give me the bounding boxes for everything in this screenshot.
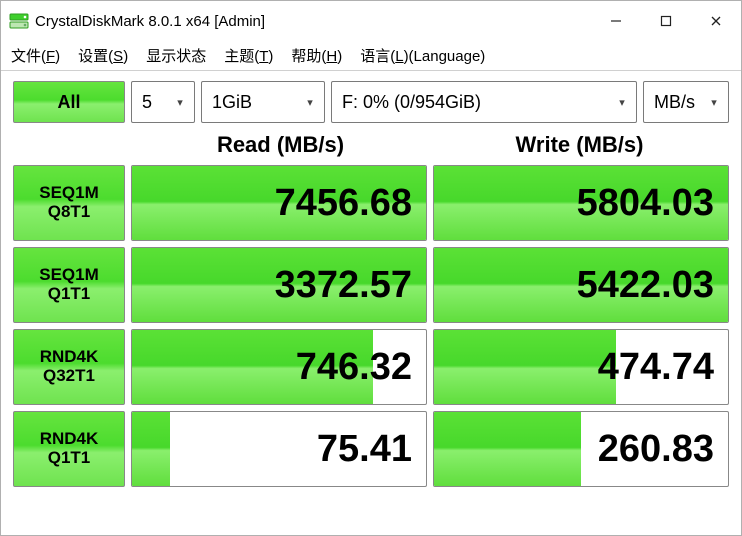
unit-value: MB/s	[654, 92, 702, 113]
write-value-cell: 5422.03	[433, 247, 729, 323]
read-value-cell: 7456.68	[131, 165, 427, 241]
run-all-button[interactable]: All	[13, 81, 125, 123]
close-button[interactable]	[691, 3, 741, 39]
test-row: RND4K Q1T1 75.41 260.83	[13, 411, 729, 487]
window-title: CrystalDiskMark 8.0.1 x64 [Admin]	[35, 13, 265, 30]
menu-language[interactable]: 语言(L)(Language)	[358, 41, 487, 70]
chevron-down-icon: ▾	[174, 96, 186, 108]
settings-row: All 5 ▾ 1GiB ▾ F: 0% (0/954GiB) ▾ MB/s ▾	[13, 81, 729, 123]
chevron-down-icon: ▾	[708, 96, 720, 108]
menu-bar: 文件(F) 设置(S) 显示状态 主题(T) 帮助(H) 语言(L)(Langu…	[1, 41, 741, 71]
test-rnd4k-q1t1-button[interactable]: RND4K Q1T1	[13, 411, 125, 487]
menu-theme[interactable]: 主题(T)	[222, 41, 275, 70]
test-row: RND4K Q32T1 746.32 474.74	[13, 329, 729, 405]
write-header: Write (MB/s)	[430, 125, 729, 165]
menu-file[interactable]: 文件(F)	[9, 41, 62, 70]
read-header: Read (MB/s)	[131, 125, 430, 165]
write-value-cell: 260.83	[433, 411, 729, 487]
test-size-value: 1GiB	[212, 92, 298, 113]
test-row: SEQ1M Q1T1 3372.57 5422.03	[13, 247, 729, 323]
test-rnd4k-q32t1-button[interactable]: RND4K Q32T1	[13, 329, 125, 405]
read-value-cell: 746.32	[131, 329, 427, 405]
menu-settings[interactable]: 设置(S)	[76, 41, 130, 70]
title-bar: CrystalDiskMark 8.0.1 x64 [Admin]	[1, 1, 741, 41]
test-count-value: 5	[142, 92, 168, 113]
results-grid: SEQ1M Q8T1 7456.68 5804.03 SEQ1M Q1T1 33…	[13, 165, 729, 523]
menu-view-state[interactable]: 显示状态	[144, 41, 208, 70]
app-window: CrystalDiskMark 8.0.1 x64 [Admin] 文件(F) …	[0, 0, 742, 536]
chevron-down-icon: ▾	[304, 96, 316, 108]
test-count-select[interactable]: 5 ▾	[131, 81, 195, 123]
read-value-cell: 75.41	[131, 411, 427, 487]
client-area: All 5 ▾ 1GiB ▾ F: 0% (0/954GiB) ▾ MB/s ▾…	[1, 71, 741, 535]
chevron-down-icon: ▾	[616, 96, 628, 108]
drive-select[interactable]: F: 0% (0/954GiB) ▾	[331, 81, 637, 123]
menu-help[interactable]: 帮助(H)	[289, 41, 344, 70]
test-seq1m-q1t1-button[interactable]: SEQ1M Q1T1	[13, 247, 125, 323]
test-size-select[interactable]: 1GiB ▾	[201, 81, 325, 123]
read-value-cell: 3372.57	[131, 247, 427, 323]
test-row: SEQ1M Q8T1 7456.68 5804.03	[13, 165, 729, 241]
drive-value: F: 0% (0/954GiB)	[342, 92, 610, 113]
unit-select[interactable]: MB/s ▾	[643, 81, 729, 123]
column-headers: Read (MB/s) Write (MB/s)	[13, 125, 729, 165]
test-seq1m-q8t1-button[interactable]: SEQ1M Q8T1	[13, 165, 125, 241]
maximize-button[interactable]	[641, 3, 691, 39]
minimize-button[interactable]	[591, 3, 641, 39]
write-value-cell: 474.74	[433, 329, 729, 405]
write-value-cell: 5804.03	[433, 165, 729, 241]
app-icon	[9, 11, 29, 31]
